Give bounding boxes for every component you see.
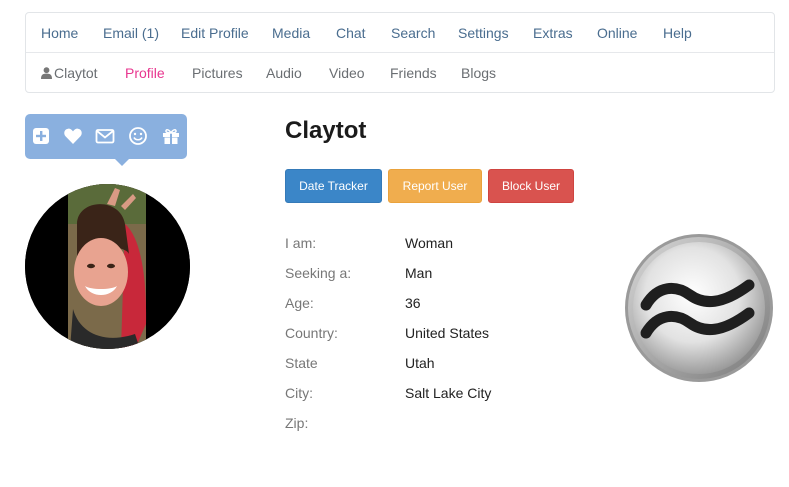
detail-value: United States: [405, 325, 490, 341]
detail-label: State: [285, 355, 318, 371]
subnav-pictures[interactable]: Pictures: [192, 53, 243, 93]
detail-value: Man: [405, 265, 433, 281]
smiley-icon[interactable]: [128, 126, 148, 146]
block-user-button[interactable]: Block User: [488, 169, 574, 203]
detail-label: Country:: [285, 325, 338, 341]
detail-label: I am:: [285, 235, 317, 251]
aquarius-icon: [625, 234, 773, 382]
detail-label: Seeking a:: [285, 265, 352, 281]
nav-online[interactable]: Online: [597, 13, 637, 53]
subnav-username-label: Claytot: [54, 65, 98, 81]
add-icon[interactable]: [31, 126, 51, 146]
subnav-blogs[interactable]: Blogs: [461, 53, 496, 93]
profile-subnav: Claytot Profile Pictures Audio Video Fri…: [26, 53, 774, 93]
subnav-username[interactable]: Claytot: [41, 53, 98, 93]
gift-icon[interactable]: [161, 126, 181, 146]
nav-panel: Home Email (1) Edit Profile Media Chat S…: [25, 12, 775, 93]
report-user-button[interactable]: Report User: [388, 169, 482, 203]
nav-search[interactable]: Search: [391, 13, 435, 53]
detail-value: 36: [405, 295, 421, 311]
detail-label: Zip:: [285, 415, 309, 431]
nav-home[interactable]: Home: [41, 13, 78, 53]
envelope-icon[interactable]: [95, 126, 115, 146]
profile-name: Claytot: [285, 117, 367, 144]
nav-edit-profile[interactable]: Edit Profile: [181, 13, 249, 53]
nav-settings[interactable]: Settings: [458, 13, 509, 53]
detail-value: Utah: [405, 355, 435, 371]
subnav-friends[interactable]: Friends: [390, 53, 437, 93]
nav-chat[interactable]: Chat: [336, 13, 366, 53]
profile-avatar[interactable]: [25, 184, 190, 349]
subnav-profile[interactable]: Profile: [125, 53, 165, 93]
subnav-audio[interactable]: Audio: [266, 53, 302, 93]
nav-help[interactable]: Help: [663, 13, 692, 53]
user-icon: [41, 67, 52, 79]
subnav-video[interactable]: Video: [329, 53, 365, 93]
heart-icon[interactable]: [63, 126, 83, 146]
nav-media[interactable]: Media: [272, 13, 310, 53]
detail-label: Age:: [285, 295, 314, 311]
avatar-photo: [25, 184, 190, 349]
main-nav: Home Email (1) Edit Profile Media Chat S…: [26, 13, 774, 53]
date-tracker-button[interactable]: Date Tracker: [285, 169, 382, 203]
detail-value: Salt Lake City: [405, 385, 492, 401]
nav-extras[interactable]: Extras: [533, 13, 573, 53]
profile-action-bar: [25, 114, 187, 166]
nav-email[interactable]: Email (1): [103, 13, 159, 53]
detail-label: City:: [285, 385, 313, 401]
detail-value: Woman: [405, 235, 453, 251]
